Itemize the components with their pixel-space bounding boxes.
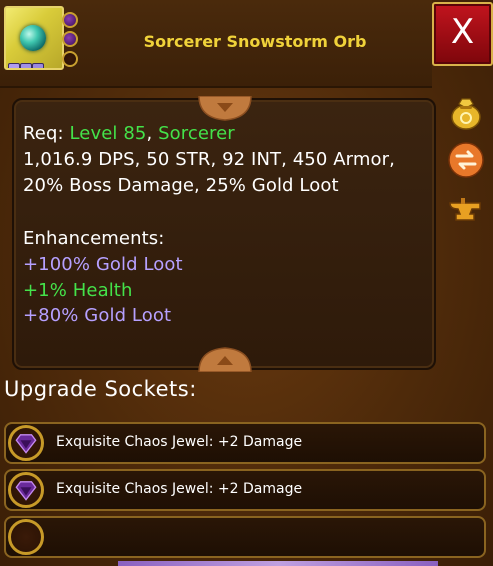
req-separator: , <box>146 123 159 144</box>
close-icon: X <box>450 12 475 52</box>
req-level: Level 85 <box>69 123 147 144</box>
req-label: Req: <box>23 123 70 144</box>
anvil-icon[interactable] <box>446 190 486 230</box>
bottom-tab-strip[interactable] <box>118 561 438 566</box>
socket-label: Exquisite Chaos Jewel: +2 Damage <box>56 481 303 497</box>
requirement-line: Req: Level 85, Sorcerer <box>23 123 235 144</box>
mini-socket-icon <box>32 63 44 68</box>
stats-line-1: 1,016.9 DPS, 50 STR, 92 INT, 450 Armor, <box>23 149 395 170</box>
item-icon[interactable] <box>4 6 64 70</box>
empty-socket-icon <box>62 51 78 67</box>
close-button[interactable]: X <box>432 2 493 66</box>
mini-socket-icon <box>8 63 20 68</box>
upgrade-sockets-title: Upgrade Sockets: <box>4 377 197 401</box>
chaos-jewel-icon <box>15 481 37 501</box>
socket-slot <box>8 472 44 508</box>
swap-icon[interactable] <box>446 140 486 180</box>
item-title: Sorcerer Snowstorm Orb <box>143 32 367 51</box>
enhancement-item: +100% Gold Loot <box>23 254 183 275</box>
enhancement-item: +80% Gold Loot <box>23 305 172 326</box>
socket-slot <box>8 425 44 461</box>
gem-socket-icon <box>62 12 78 28</box>
chaos-jewel-icon <box>15 434 37 454</box>
enhancement-item: +1% Health <box>23 280 133 301</box>
upgrade-socket-row[interactable]: Exquisite Chaos Jewel: +2 Damage <box>4 422 486 464</box>
upgrade-socket-row[interactable] <box>4 516 486 558</box>
orb-icon <box>20 25 46 51</box>
stats-line-2: 20% Boss Damage, 25% Gold Loot <box>23 175 339 196</box>
enhancements-title: Enhancements: <box>23 228 165 249</box>
empty-socket-slot <box>8 519 44 555</box>
upgrade-socket-row[interactable]: Exquisite Chaos Jewel: +2 Damage <box>4 469 486 511</box>
scroll-up-button[interactable] <box>197 96 253 122</box>
socket-label: Exquisite Chaos Jewel: +2 Damage <box>56 434 303 450</box>
scroll-down-button[interactable] <box>197 346 253 372</box>
mini-socket-icon <box>20 63 32 68</box>
divider <box>0 86 432 88</box>
gold-bag-icon[interactable] <box>446 92 486 132</box>
gem-socket-icon <box>62 31 78 47</box>
req-class: Sorcerer <box>158 123 235 144</box>
